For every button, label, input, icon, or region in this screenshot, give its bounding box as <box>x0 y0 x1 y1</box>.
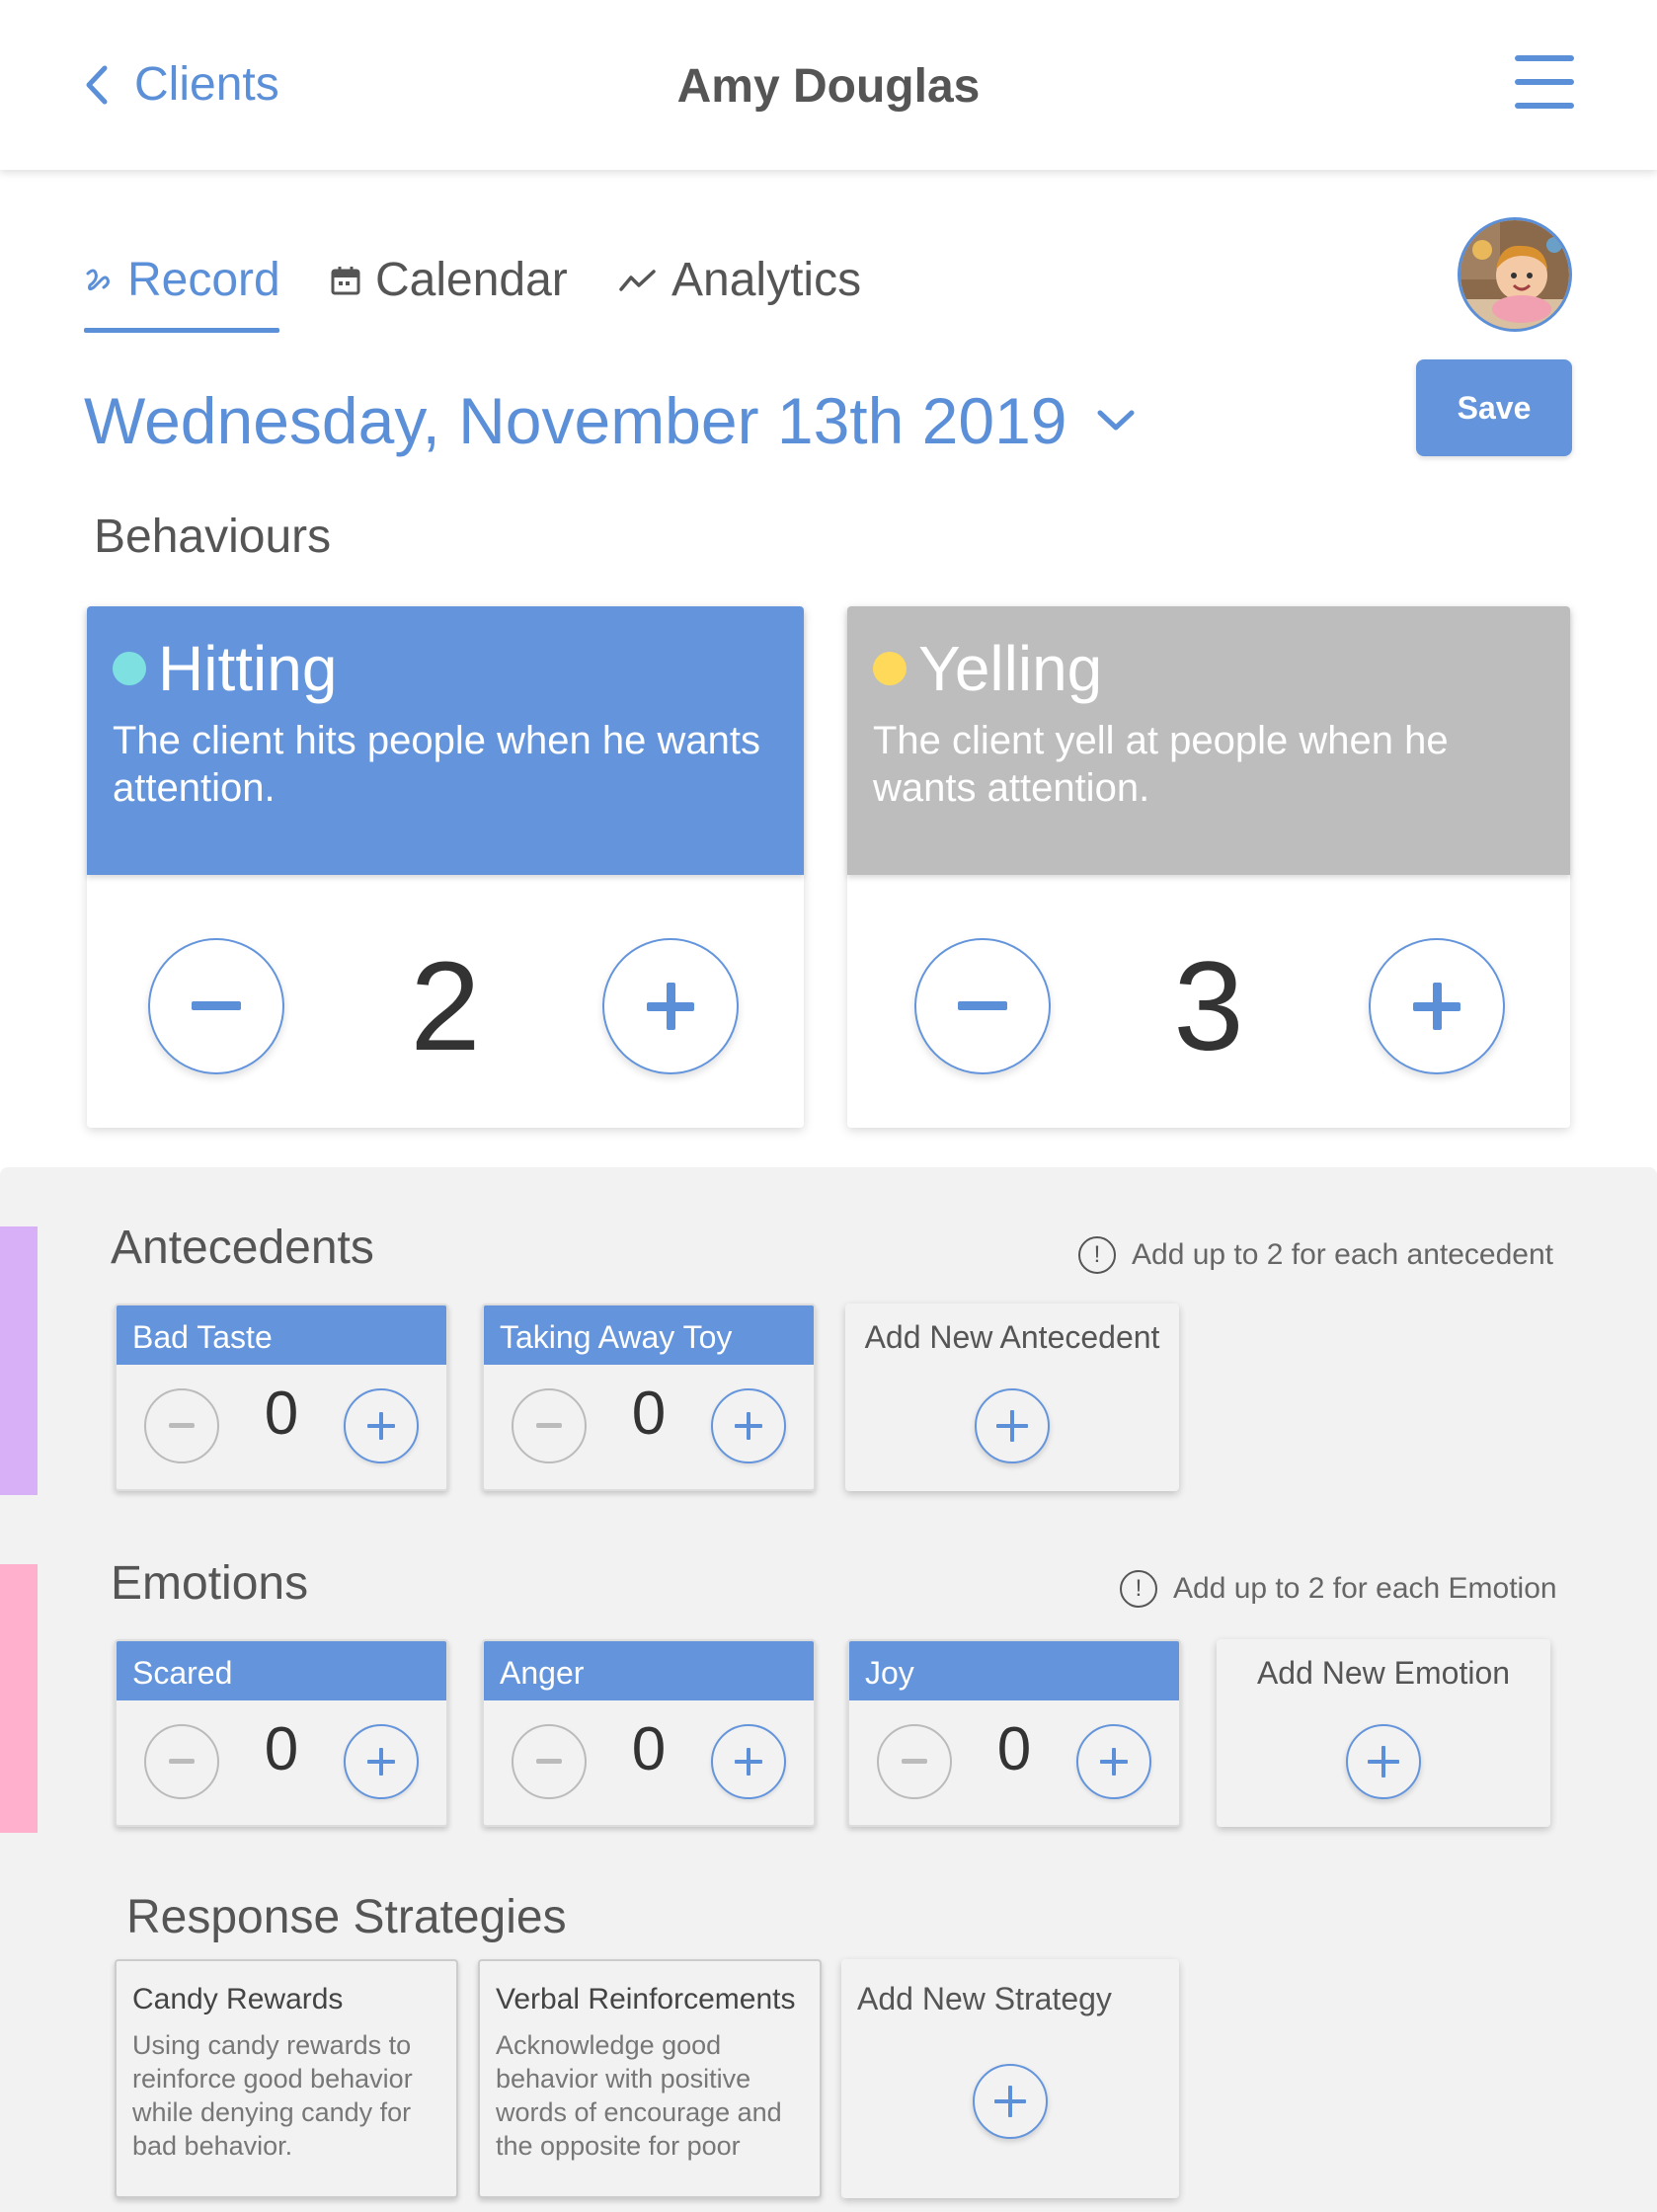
plus-icon <box>996 1410 1028 1442</box>
add-emotion-button[interactable] <box>1346 1724 1421 1799</box>
behaviour-card-header[interactable]: Yelling The client yell at people when h… <box>847 606 1570 875</box>
tab-record[interactable]: Record <box>84 253 280 307</box>
date-selector[interactable]: Wednesday, November 13th 2019 <box>84 383 1137 458</box>
emotions-hint: ! Add up to 2 for each Emotion <box>1120 1570 1557 1608</box>
plus-icon <box>735 1748 762 1776</box>
behaviour-description: The client yell at people when he wants … <box>873 719 1449 810</box>
emotion-card: Anger 0 <box>482 1639 816 1827</box>
add-strategy-card: Add New Strategy <box>841 1959 1179 2198</box>
increment-button[interactable] <box>1076 1724 1151 1799</box>
increment-button[interactable] <box>602 938 739 1074</box>
behaviours-heading: Behaviours <box>94 511 332 563</box>
plus-icon <box>367 1748 395 1776</box>
tab-record-label: Record <box>127 254 280 306</box>
hamburger-menu-icon[interactable] <box>1515 55 1574 111</box>
emotion-label: Joy <box>849 1641 1179 1700</box>
avatar[interactable] <box>1458 217 1572 332</box>
plus-icon <box>994 2086 1026 2117</box>
behaviour-color-dot <box>873 652 907 685</box>
emotion-card: Scared 0 <box>115 1639 448 1827</box>
plus-icon <box>1100 1748 1128 1776</box>
add-emotion-card: Add New Emotion <box>1217 1639 1550 1827</box>
increment-button[interactable] <box>344 1724 419 1799</box>
plus-icon <box>1368 1746 1399 1778</box>
antecedents-hint-text: Add up to 2 for each antecedent <box>1132 1238 1553 1271</box>
emotions-hint-text: Add up to 2 for each Emotion <box>1173 1572 1557 1605</box>
save-button[interactable]: Save <box>1416 359 1572 456</box>
emotion-card: Joy 0 <box>847 1639 1181 1827</box>
date-label: Wednesday, November 13th 2019 <box>84 384 1067 457</box>
info-icon: ! <box>1078 1236 1116 1274</box>
behaviour-description: The client hits people when he wants att… <box>113 719 760 810</box>
strategy-card[interactable]: Candy Rewards Using candy rewards to rei… <box>115 1959 458 2198</box>
plus-icon <box>735 1412 762 1440</box>
strategy-card[interactable]: Verbal Reinforcements Acknowledge good b… <box>478 1959 822 2198</box>
tab-calendar[interactable]: Calendar <box>330 253 568 307</box>
add-strategy-button[interactable] <box>973 2064 1048 2139</box>
chevron-down-icon <box>1097 410 1135 431</box>
add-antecedent-card: Add New Antecedent <box>845 1304 1179 1491</box>
increment-button[interactable] <box>344 1388 419 1463</box>
increment-button[interactable] <box>711 1388 786 1463</box>
plus-icon <box>647 983 694 1030</box>
increment-button[interactable] <box>711 1724 786 1799</box>
emotion-label: Scared <box>117 1641 446 1700</box>
top-bar: Clients Amy Douglas <box>0 0 1657 170</box>
add-strategy-label: Add New Strategy <box>857 1981 1112 2016</box>
emotion-label: Anger <box>484 1641 814 1700</box>
plus-icon <box>367 1412 395 1440</box>
info-icon: ! <box>1120 1570 1157 1608</box>
behaviour-card-header[interactable]: Hitting The client hits people when he w… <box>87 606 804 875</box>
behaviour-name: Hitting <box>158 633 338 704</box>
behaviour-name: Yelling <box>918 633 1103 704</box>
add-emotion-label: Add New Emotion <box>1256 1655 1511 1691</box>
calendar-icon <box>331 266 360 294</box>
behaviour-card-yelling: Yelling The client yell at people when h… <box>847 606 1570 1128</box>
active-tab-indicator <box>84 328 279 333</box>
tab-analytics-label: Analytics <box>671 254 862 306</box>
antecedent-card: Bad Taste 0 <box>115 1304 448 1491</box>
antecedent-card: Taking Away Toy 0 <box>482 1304 816 1491</box>
analytics-icon <box>619 269 656 291</box>
tab-calendar-label: Calendar <box>375 254 568 306</box>
strategy-description: Using candy rewards to reinforce good be… <box>132 2030 413 2161</box>
strategy-title: Candy Rewards <box>132 1983 344 2015</box>
add-antecedent-button[interactable] <box>975 1388 1050 1463</box>
increment-button[interactable] <box>1369 938 1505 1074</box>
plus-icon <box>1413 983 1460 1030</box>
antecedent-label: Bad Taste <box>117 1305 446 1365</box>
record-squiggle-icon <box>86 269 110 290</box>
behaviour-color-dot <box>113 652 146 685</box>
strategy-description: Acknowledge good behavior with positive … <box>496 2030 782 2161</box>
strategy-title: Verbal Reinforcements <box>496 1983 796 2015</box>
antecedents-accent-bar <box>0 1226 38 1495</box>
antecedents-heading: Antecedents <box>111 1222 374 1274</box>
emotions-accent-bar <box>0 1564 38 1833</box>
tab-analytics[interactable]: Analytics <box>618 253 861 307</box>
behaviour-card-hitting: Hitting The client hits people when he w… <box>87 606 804 1128</box>
emotions-heading: Emotions <box>111 1557 309 1610</box>
antecedent-label: Taking Away Toy <box>484 1305 814 1365</box>
add-antecedent-label: Add New Antecedent <box>864 1319 1160 1355</box>
strategies-heading: Response Strategies <box>126 1891 567 1943</box>
antecedents-hint: ! Add up to 2 for each antecedent <box>1078 1236 1553 1274</box>
page-title: Amy Douglas <box>676 60 981 113</box>
